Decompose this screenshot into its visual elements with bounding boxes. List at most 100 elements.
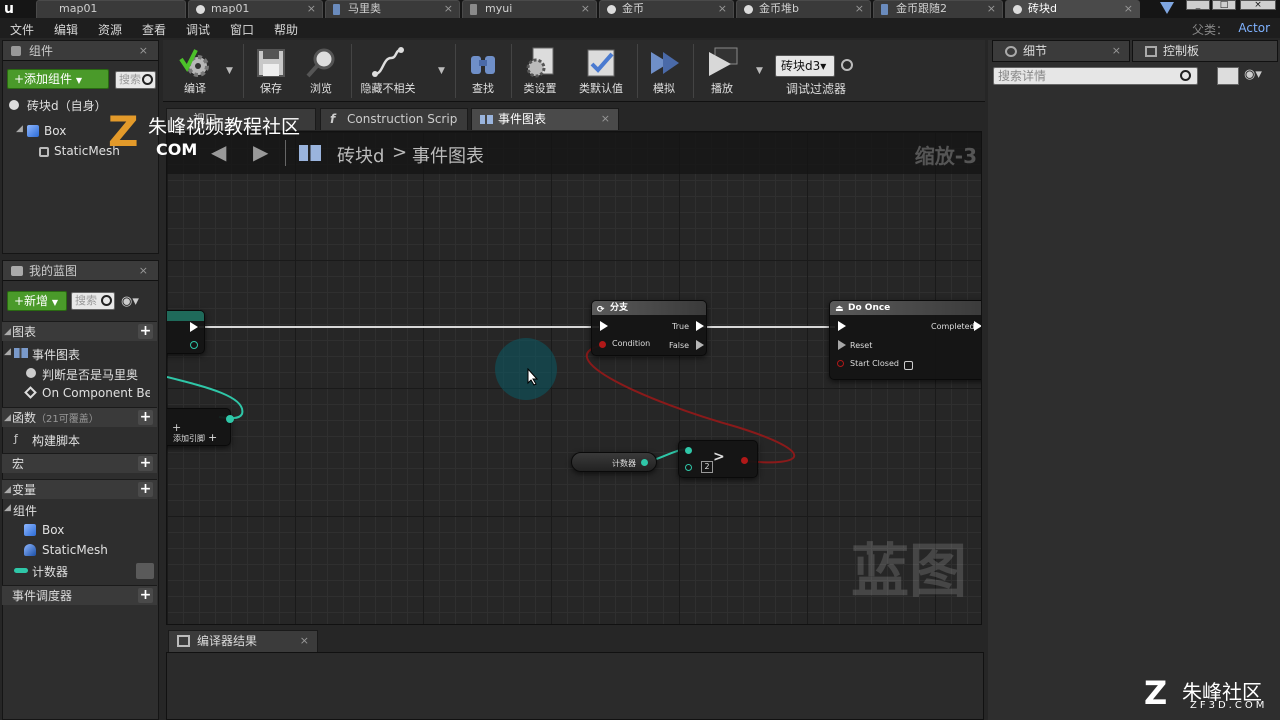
close-icon[interactable]: × (444, 1, 453, 17)
doc-tab-myui[interactable]: myui × (462, 0, 597, 18)
tree-item-box[interactable]: Box (44, 124, 66, 138)
var-counter[interactable]: 计数器 (32, 563, 68, 580)
class-defaults-button[interactable]: 类默认值 (571, 42, 631, 100)
add-pin-plus[interactable]: + (208, 431, 217, 444)
close-icon[interactable]: × (300, 631, 309, 651)
debug-search-icon[interactable] (841, 59, 853, 71)
section-macros[interactable]: 宏 + (2, 453, 157, 473)
compare-output-pin[interactable] (741, 457, 748, 464)
section-variables[interactable]: ◢ 变量 + (2, 479, 157, 499)
event-node-partial[interactable] (167, 310, 205, 354)
expand-arrow-icon[interactable]: ◢ (4, 503, 11, 513)
close-icon[interactable]: × (718, 1, 727, 17)
event-item-on-component-begin[interactable]: On Component Beg (42, 386, 150, 400)
close-icon[interactable]: × (307, 1, 316, 17)
tree-construction-script[interactable]: 构建脚本 (32, 432, 80, 449)
do-once-node[interactable]: ⏏ Do Once Completed Reset Start Closed (829, 300, 981, 380)
make-array-node-partial[interactable]: + 添加引脚 + (167, 408, 234, 446)
counter-variable-node[interactable]: 计数器 (571, 452, 657, 472)
do-once-reset-pin[interactable] (838, 340, 846, 350)
simulate-button[interactable]: 模拟 (641, 42, 687, 100)
my-blueprint-search-input[interactable]: 搜索 (71, 292, 115, 310)
close-icon[interactable]: × (139, 261, 148, 281)
close-icon[interactable]: × (987, 1, 996, 17)
compile-button[interactable]: 编译 (167, 42, 223, 100)
close-window-button[interactable]: × (1240, 0, 1276, 10)
close-icon[interactable]: × (139, 41, 148, 61)
tab-construction-script[interactable]: f Construction Scrip (320, 108, 468, 130)
branch-false-pin[interactable] (696, 340, 704, 350)
close-icon[interactable]: × (855, 1, 864, 17)
tab-compiler-results[interactable]: 编译器结果 × (168, 630, 318, 652)
section-graphs[interactable]: ◢ 图表 + (2, 321, 157, 341)
start-closed-checkbox[interactable] (904, 361, 913, 370)
branch-exec-in-pin[interactable] (600, 321, 608, 331)
self-item[interactable]: 砖块d（自身） (27, 97, 107, 114)
doc-tab-coin-pile[interactable]: 金币堆b × (736, 0, 871, 18)
section-event-dispatchers[interactable]: 事件调度器 + (2, 585, 157, 605)
menu-help[interactable]: 帮助 (274, 21, 298, 38)
add-component-button[interactable]: +添加组件 ▼ (7, 69, 109, 89)
find-button[interactable]: 查找 (461, 42, 505, 100)
doc-tab-coin[interactable]: 金币 × (599, 0, 734, 18)
close-icon[interactable]: × (1112, 41, 1121, 61)
save-button[interactable]: 保存 (249, 42, 293, 100)
doc-tab-map01-a[interactable]: map01 (36, 0, 186, 18)
event-graph-canvas[interactable]: ◀ ▶ 砖块d > 事件图表 缩放-3 + 添加引脚 + ⟳ 分支 True C… (166, 131, 982, 625)
branch-true-pin[interactable] (696, 321, 704, 331)
tree-event-graph[interactable]: 事件图表 (32, 346, 80, 363)
doc-tab-coin-follow[interactable]: 金币跟随2 × (873, 0, 1003, 18)
parent-class-value[interactable]: Actor (1238, 21, 1270, 35)
array-pin[interactable] (226, 415, 234, 423)
menu-edit[interactable]: 编辑 (54, 21, 78, 38)
counter-output-pin[interactable] (641, 459, 648, 466)
menu-window[interactable]: 窗口 (230, 21, 254, 38)
doc-tab-map01-b[interactable]: map01 × (188, 0, 323, 18)
property-matrix-icon[interactable] (1217, 67, 1239, 85)
variable-visibility-icon[interactable] (136, 563, 154, 579)
menu-debug[interactable]: 调试 (186, 21, 210, 38)
exec-output-pin[interactable] (190, 322, 198, 332)
close-icon[interactable]: × (1124, 1, 1133, 17)
tree-components-category[interactable]: 组件 (13, 502, 37, 519)
tab-palette[interactable]: 控制板 (1132, 40, 1278, 62)
add-new-button[interactable]: +新增 ▼ (7, 291, 67, 311)
do-once-exec-in-pin[interactable] (838, 321, 846, 331)
section-functions[interactable]: ◢ 函数（21可覆盖） + (2, 407, 157, 427)
hide-unrelated-dropdown[interactable]: ▼ (438, 66, 445, 76)
expand-arrow-icon[interactable]: ◢ (16, 124, 23, 134)
tab-details[interactable]: 细节 × (992, 40, 1130, 62)
add-graph-button[interactable]: + (138, 324, 153, 339)
menu-view[interactable]: 查看 (142, 21, 166, 38)
menu-file[interactable]: 文件 (10, 21, 34, 38)
doc-tab-brick-d[interactable]: 砖块d × (1005, 0, 1140, 18)
doc-tab-mario[interactable]: 马里奥 × (325, 0, 460, 18)
eye-icon[interactable]: ◉▾ (1244, 67, 1262, 82)
var-box[interactable]: Box (42, 523, 64, 537)
close-icon[interactable]: × (581, 1, 590, 17)
maximize-button[interactable]: □ (1212, 0, 1236, 10)
play-button[interactable]: 播放 (697, 42, 747, 100)
close-icon[interactable]: × (601, 109, 610, 129)
add-event-dispatcher-button[interactable]: + (138, 588, 153, 603)
hide-unrelated-button[interactable]: 隐藏不相关 (355, 42, 421, 100)
compile-options-dropdown[interactable]: ▼ (226, 66, 233, 76)
minimize-button[interactable]: _ (1186, 0, 1210, 10)
feedback-icon[interactable] (1160, 2, 1174, 14)
components-search-input[interactable]: 搜索 (115, 71, 156, 89)
eye-icon[interactable]: ◉▾ (121, 294, 139, 309)
compare-input-a-pin[interactable] (685, 447, 692, 454)
expand-arrow-icon[interactable]: ◢ (4, 347, 11, 357)
compare-b-value[interactable]: 2 (701, 461, 713, 473)
details-search-input[interactable]: 搜索详情 (993, 67, 1198, 85)
output-pin[interactable] (190, 341, 198, 349)
event-item-is-mario[interactable]: 判断是否是马里奥 (42, 366, 150, 383)
add-variable-button[interactable]: + (138, 482, 153, 497)
compare-input-b-pin[interactable] (685, 464, 692, 471)
var-static-mesh[interactable]: StaticMesh (42, 543, 108, 557)
add-function-button[interactable]: + (138, 410, 153, 425)
tab-event-graph[interactable]: 事件图表 × (471, 108, 619, 130)
branch-node[interactable]: ⟳ 分支 True Condition False (591, 300, 707, 356)
class-settings-button[interactable]: 类设置 (515, 42, 565, 100)
do-once-completed-pin[interactable] (974, 321, 981, 331)
